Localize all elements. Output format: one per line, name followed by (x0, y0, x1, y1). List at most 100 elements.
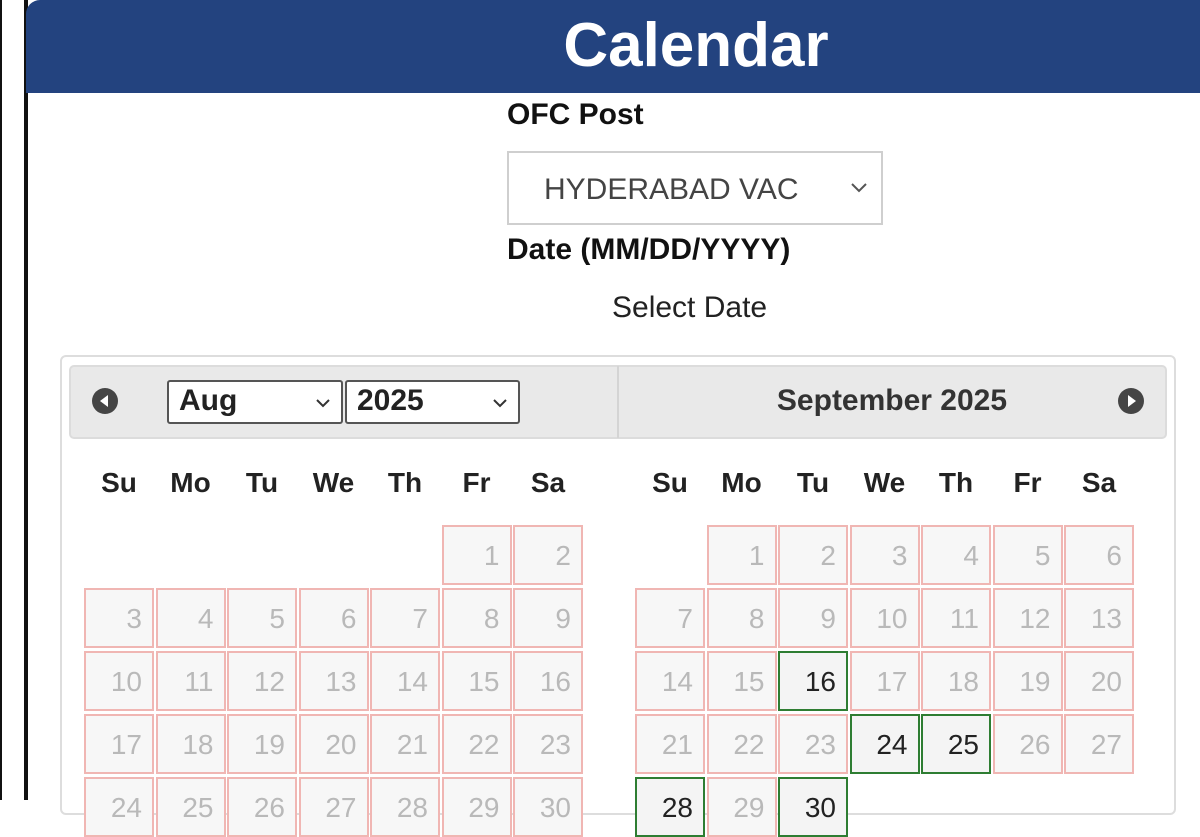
calendar-day-number: 18 (947, 666, 979, 697)
chevron-down-icon (316, 399, 330, 408)
calendar-day-number: 20 (325, 729, 357, 760)
calendar-day-unavailable: 17 (84, 714, 154, 774)
calendar-day-number: 12 (253, 666, 285, 697)
weekday-header-right-tu: Tu (796, 467, 830, 498)
calendar-day-unavailable: 17 (849, 651, 920, 711)
calendar-day-available[interactable]: 24 (849, 714, 920, 774)
calendar-day-number: 24 (110, 792, 142, 823)
calendar-day-number: 4 (963, 540, 979, 571)
calendar-day-number: 1 (748, 540, 765, 571)
chevron-down-icon (493, 399, 507, 408)
calendar-day-number: 17 (110, 729, 142, 760)
calendar-day-number: 6 (1106, 540, 1122, 571)
prev-month-icon[interactable] (91, 387, 119, 415)
calendar-day-unavailable: 8 (441, 588, 512, 648)
calendar-day-unavailable: 26 (227, 777, 297, 837)
calendar-day-number: 26 (253, 792, 285, 823)
calendar-day-unavailable: 3 (849, 525, 920, 585)
calendar-day-number: 4 (197, 603, 214, 634)
calendar-day-unavailable: 15 (441, 651, 512, 711)
calendar-day-number: 12 (1019, 603, 1051, 634)
calendar-day-number: 9 (820, 603, 836, 634)
calendar-day-unavailable: 12 (992, 588, 1063, 648)
calendar-day-unavailable: 28 (370, 777, 440, 837)
calendar-day-unavailable: 7 (635, 588, 705, 648)
calendar-day-unavailable: 24 (84, 777, 154, 837)
calendar-day-number: 10 (110, 666, 142, 697)
calendar-day-unavailable: 22 (441, 714, 512, 774)
weekday-header-right-th: Th (938, 467, 974, 498)
weekday-header-right-su: Su (652, 467, 688, 498)
calendar-day-number: 29 (733, 792, 765, 823)
calendar-day-unavailable: 1 (441, 525, 512, 585)
calendar-day-unavailable: 11 (921, 588, 991, 648)
calendar-day-number: 21 (396, 729, 428, 760)
calendar-day-number: 19 (1019, 666, 1051, 697)
calendar-day-unavailable: 22 (706, 714, 777, 774)
calendar-day-unavailable: 25 (155, 777, 226, 837)
ofc-post-select[interactable]: HYDERABAD VAC (507, 151, 883, 225)
calendar-day-number: 28 (661, 792, 693, 823)
weekday-header-right-fr: Fr (1013, 467, 1042, 498)
weekday-header-left-tu: Tu (245, 467, 279, 498)
calendar-day-unavailable: 15 (706, 651, 777, 711)
chevron-down-icon (851, 183, 867, 193)
calendar-day-number: 22 (468, 729, 500, 760)
calendar-day-unavailable: 2 (778, 525, 848, 585)
ofc-post-selected-value: HYDERABAD VAC (544, 173, 799, 206)
calendar-day-unavailable: 26 (992, 714, 1063, 774)
calendar-day-number: 7 (412, 603, 428, 634)
calendar-day-number: 23 (804, 729, 836, 760)
month-select[interactable]: Aug (167, 380, 343, 424)
calendar-day-number: 16 (539, 666, 571, 697)
calendar-day-number: 30 (539, 792, 571, 823)
calendar-day-unavailable: 13 (298, 651, 369, 711)
calendar-day-number: 30 (804, 792, 836, 823)
calendar-day-unavailable: 18 (921, 651, 991, 711)
calendar-day-number: 19 (253, 729, 285, 760)
calendar-day-unavailable: 6 (298, 588, 369, 648)
calendar-day-number: 5 (1034, 540, 1051, 571)
weekday-header-left-sa: Sa (530, 467, 566, 498)
date-label: Date (MM/DD/YYYY) (507, 233, 791, 266)
calendar-day-unavailable: 8 (706, 588, 777, 648)
calendar-day-unavailable: 29 (441, 777, 512, 837)
calendar-day-unavailable: 10 (84, 651, 154, 711)
calendar-day-number: 23 (539, 729, 571, 760)
calendar-day-number: 7 (677, 603, 693, 634)
calendar-day-unavailable: 9 (778, 588, 848, 648)
weekday-header-right-mo: Mo (721, 467, 762, 498)
calendar-day-number: 16 (804, 666, 836, 697)
weekday-header-left-we: We (312, 467, 355, 498)
weekday-header-right-sa: Sa (1081, 467, 1117, 498)
ofc-post-label: OFC Post (507, 98, 644, 131)
panel-border (24, 0, 28, 800)
calendar-day-number: 18 (182, 729, 214, 760)
calendar-day-number: 13 (1090, 603, 1122, 634)
calendar-day-number: 28 (396, 792, 428, 823)
calendar-day-unavailable: 18 (155, 714, 226, 774)
year-select-value: 2025 (357, 384, 424, 417)
calendar-day-number: 26 (1019, 729, 1051, 760)
calendar-day-number: 25 (947, 729, 979, 760)
right-month-title: September 2025 (776, 384, 1008, 417)
calendar-day-unavailable: 9 (513, 588, 583, 648)
calendar-day-unavailable: 20 (1064, 651, 1134, 711)
calendar-day-available[interactable]: 28 (635, 777, 705, 837)
calendar-day-available[interactable]: 25 (921, 714, 991, 774)
calendar-day-number: 2 (555, 540, 571, 571)
page-title: Calendar (563, 11, 829, 80)
calendar-day-number: 17 (876, 666, 908, 697)
calendar-day-unavailable: 5 (992, 525, 1063, 585)
calendar-day-unavailable: 12 (227, 651, 297, 711)
calendar-day-number: 3 (891, 540, 908, 571)
year-select[interactable]: 2025 (345, 380, 520, 424)
weekday-header-left-su: Su (101, 467, 137, 498)
calendar-day-number: 10 (876, 603, 908, 634)
calendar-day-available[interactable]: 16 (778, 651, 848, 711)
calendar-day-available[interactable]: 30 (778, 777, 848, 837)
calendar-day-number: 9 (555, 603, 571, 634)
calendar-day-unavailable: 13 (1064, 588, 1134, 648)
calendar-day-number: 11 (949, 603, 979, 634)
calendar-day-number: 3 (126, 603, 142, 634)
